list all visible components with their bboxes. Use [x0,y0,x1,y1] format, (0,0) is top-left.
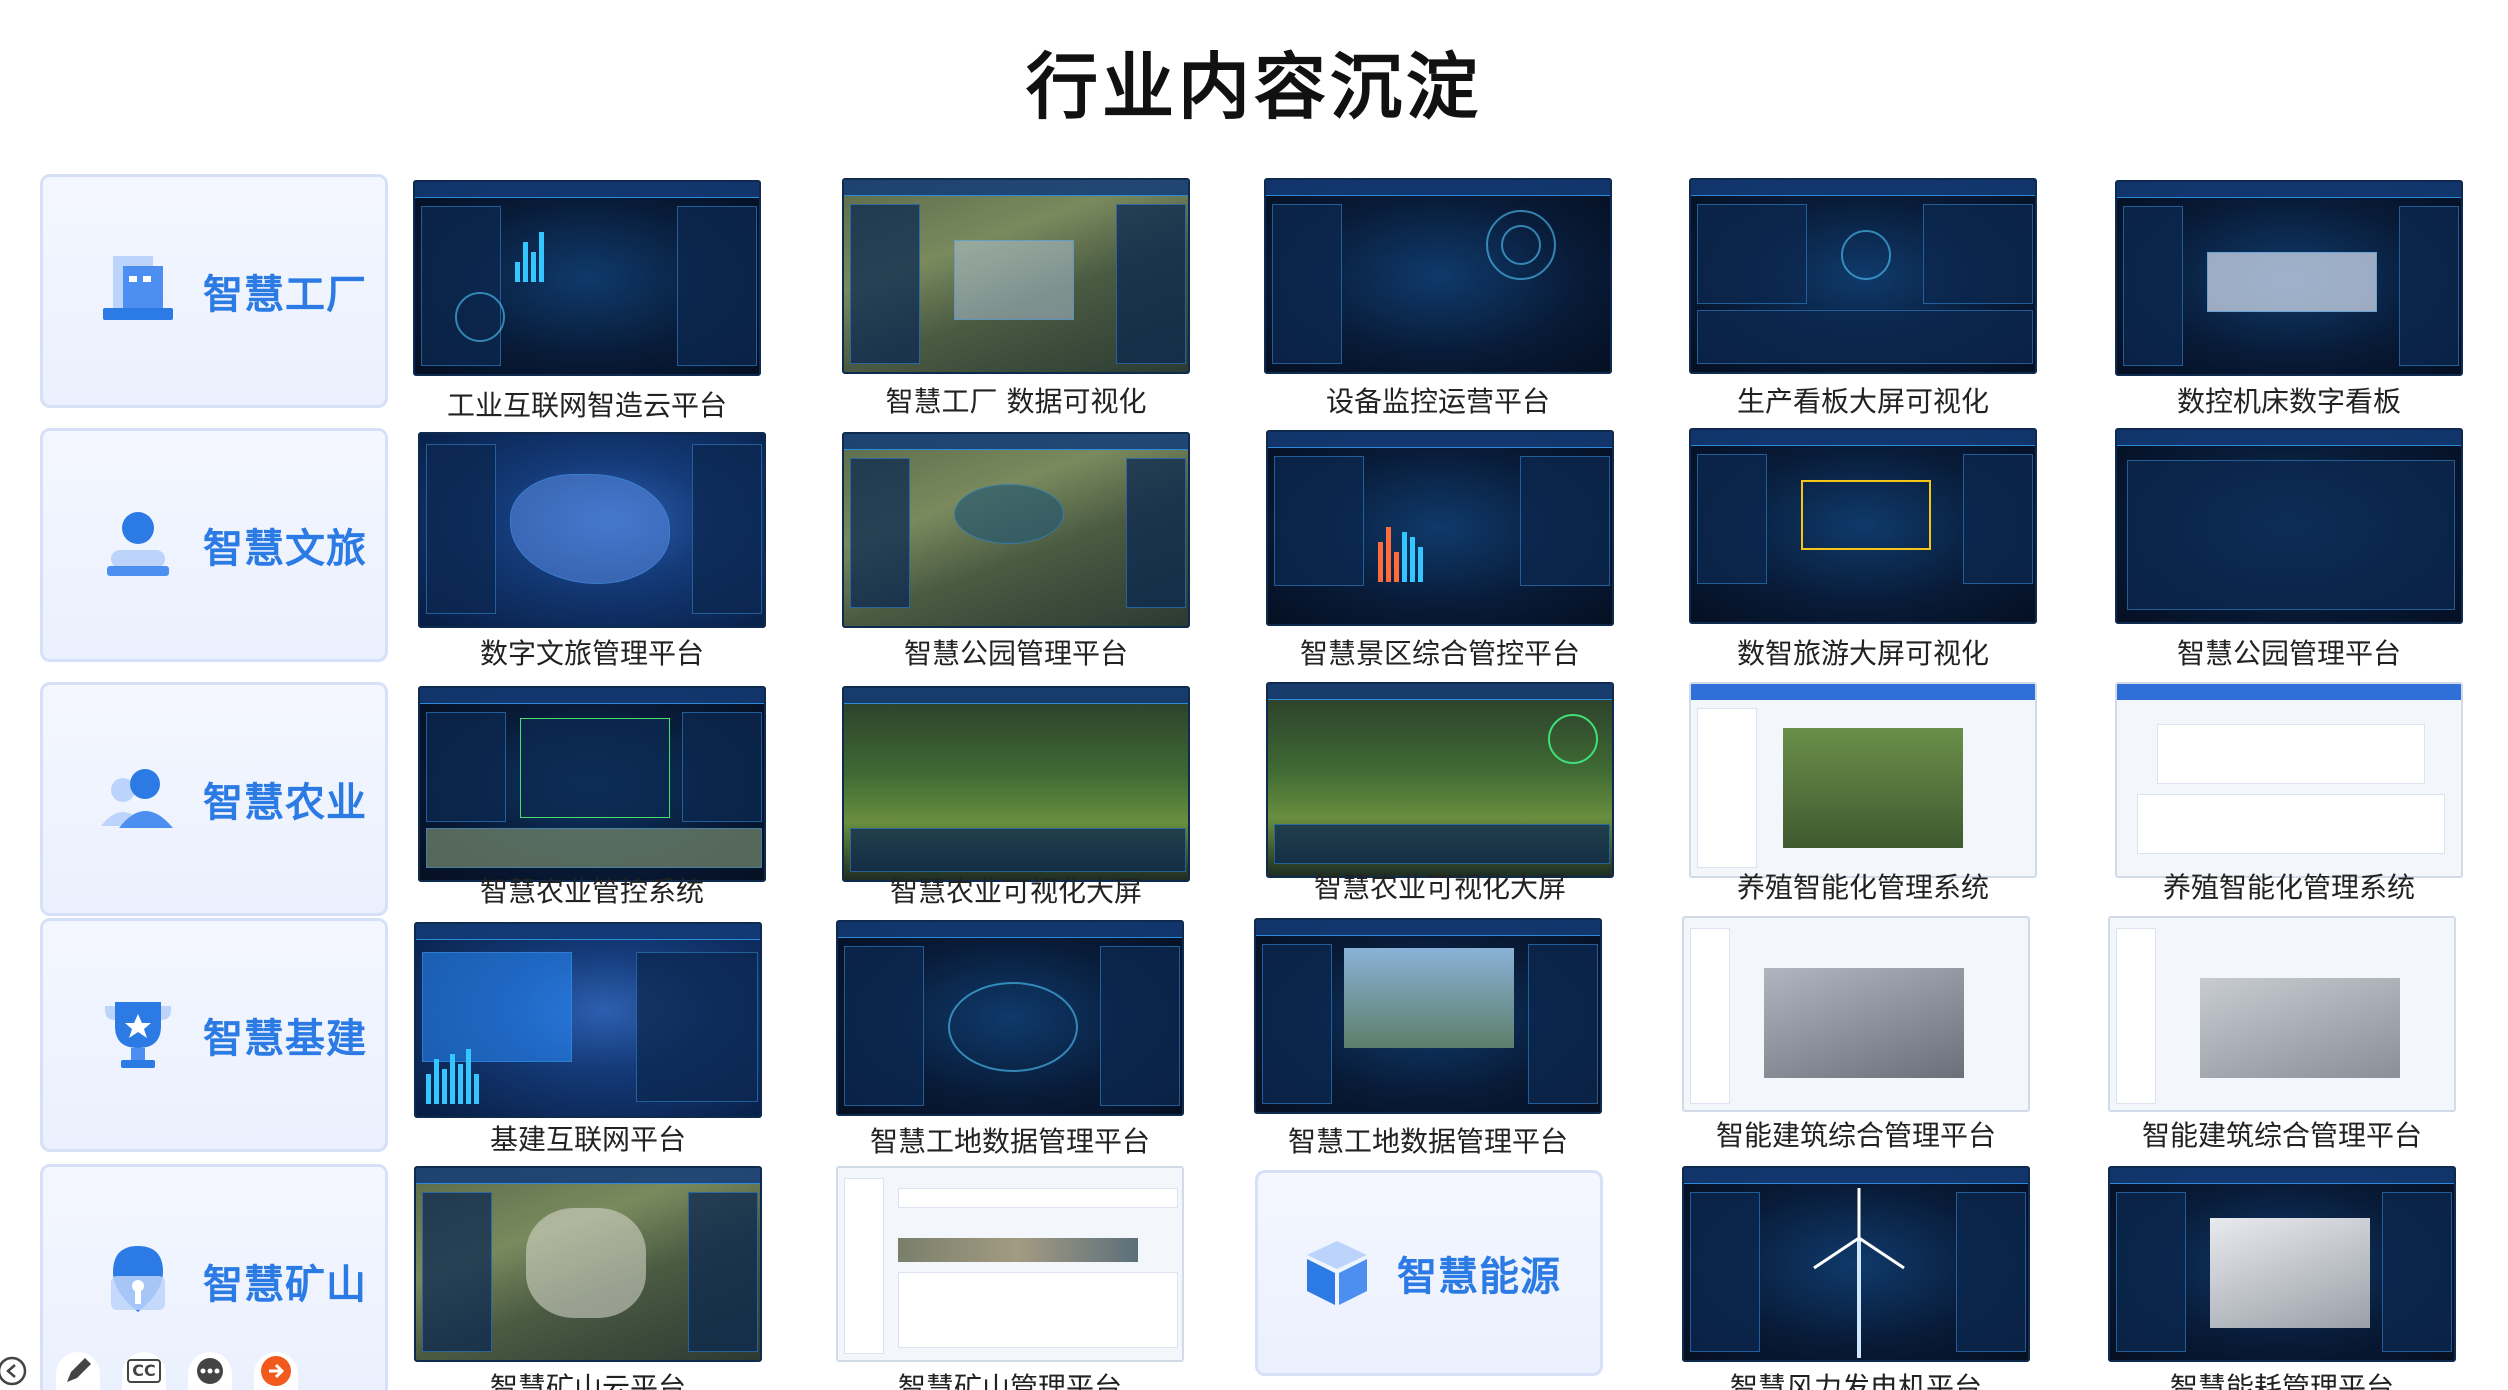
thumbnail-digital-tourism[interactable] [418,432,766,628]
thumbnail-industrial-cloud[interactable] [413,180,761,376]
thumbnail-caption: 智慧公园管理平台 [2176,637,2401,670]
thumbnail-caption: 数控机床数字看板 [2176,385,2401,418]
thumbnail-scenic-area-control[interactable] [1266,430,1614,626]
thumbnail-greenhouse-screen[interactable] [1266,682,1614,878]
thumbnail-caption: 智慧能耗管理平台 [2169,1371,2394,1390]
thumbnail-smart-building-b[interactable] [2108,916,2456,1112]
thumbnail-caption: 智慧农业可视化大屏 [1313,871,1566,904]
next-arrow-icon [261,1356,291,1386]
trophy-icon [93,990,183,1080]
category-card-agriculture[interactable]: 智慧农业 [40,682,388,916]
thumbnail-caption: 智能建筑综合管理平台 [1715,1119,1996,1152]
thumbnail-breeding-system-a[interactable] [1689,682,2037,878]
thumbnail-caption: 数智旅游大屏可视化 [1736,637,1989,670]
more-dots-icon [197,1358,223,1384]
thumbnail-breeding-system-b[interactable] [2115,682,2463,878]
thumbnail-caption: 智能建筑综合管理平台 [2141,1119,2422,1152]
category-label: 智慧能源 [1397,1254,1561,1300]
location-pin-icon [93,1236,183,1326]
category-card-culture-tourism[interactable]: 智慧文旅 [40,428,388,662]
thumbnail-caption: 智慧工厂 数据可视化 [885,385,1147,418]
thumbnail-smart-factory-viz[interactable] [842,178,1190,374]
thumbnail-caption: 工业互联网智造云平台 [446,389,727,422]
pen-button[interactable] [56,1352,100,1390]
thumbnail-mining-management[interactable] [836,1166,1184,1362]
more-button[interactable] [188,1352,232,1390]
thumbnail-agriculture-control[interactable] [418,686,766,882]
category-label: 智慧文旅 [203,526,367,572]
factory-icon [93,246,183,336]
page-title: 行业内容沉淀 [1025,45,1482,129]
thumbnail-cnc-dashboard[interactable] [2115,180,2463,376]
captions-button[interactable]: CC [122,1352,166,1390]
thumbnail-equipment-monitoring[interactable] [1264,178,1612,374]
thumbnail-caption: 智慧矿山管理平台 [897,1371,1122,1390]
thumbnail-caption: 智慧工地数据管理平台 [869,1125,1150,1158]
category-label: 智慧农业 [203,780,367,826]
bottom-toolbar: CC [0,1352,320,1390]
thumbnail-construction-site-a[interactable] [836,920,1184,1116]
back-arrow-icon [0,1356,27,1386]
thumbnail-caption: 智慧农业可视化大屏 [889,875,1142,908]
category-label: 智慧工厂 [203,272,367,318]
thumbnail-caption: 智慧公园管理平台 [903,637,1128,670]
category-label: 智慧矿山 [203,1262,367,1308]
thumbnail-caption: 基建互联网平台 [489,1123,686,1156]
thumbnail-smart-park[interactable] [842,432,1190,628]
thumbnail-caption: 生产看板大屏可视化 [1736,385,1989,418]
next-button[interactable] [254,1352,298,1390]
box-icon [1297,1233,1377,1313]
thumbnail-mining-cloud[interactable] [414,1166,762,1362]
thumbnail-production-dashboard[interactable] [1689,178,2037,374]
thumbnail-caption: 设备监控运营平台 [1325,385,1550,418]
back-button[interactable] [0,1352,34,1390]
wind-turbine-icon [1813,1188,1905,1358]
pen-icon [67,1358,91,1382]
thumbnail-caption: 智慧景区综合管控平台 [1299,637,1580,670]
thumbnail-caption: 智慧风力发电机平台 [1729,1371,1982,1390]
thumbnail-smart-tourism-screen[interactable] [1689,428,2037,624]
thumbnail-caption: 智慧农业管控系统 [479,875,704,908]
thumbnail-construction-site-b[interactable] [1254,918,1602,1114]
thumbnail-caption: 养殖智能化管理系统 [1736,871,1989,904]
thumbnail-infrastructure-internet[interactable] [414,922,762,1118]
user-card-icon [93,500,183,590]
thumbnail-caption: 智慧工地数据管理平台 [1287,1125,1568,1158]
people-icon [93,754,183,844]
category-card-energy[interactable]: 智慧能源 [1255,1170,1603,1376]
category-card-factory[interactable]: 智慧工厂 [40,174,388,408]
category-label: 智慧基建 [203,1016,367,1062]
thumbnail-caption: 数字文旅管理平台 [479,637,704,670]
category-card-infrastructure[interactable]: 智慧基建 [40,918,388,1152]
captions-label: CC [127,1359,161,1383]
thumbnail-park-management[interactable] [2115,428,2463,624]
thumbnail-energy-consumption[interactable] [2108,1166,2456,1362]
thumbnail-smart-building-a[interactable] [1682,916,2030,1112]
thumbnail-wind-power[interactable] [1682,1166,2030,1362]
thumbnail-caption: 养殖智能化管理系统 [2162,871,2415,904]
thumbnail-caption: 智慧矿山云平台 [489,1371,686,1390]
thumbnail-agriculture-screen[interactable] [842,686,1190,882]
